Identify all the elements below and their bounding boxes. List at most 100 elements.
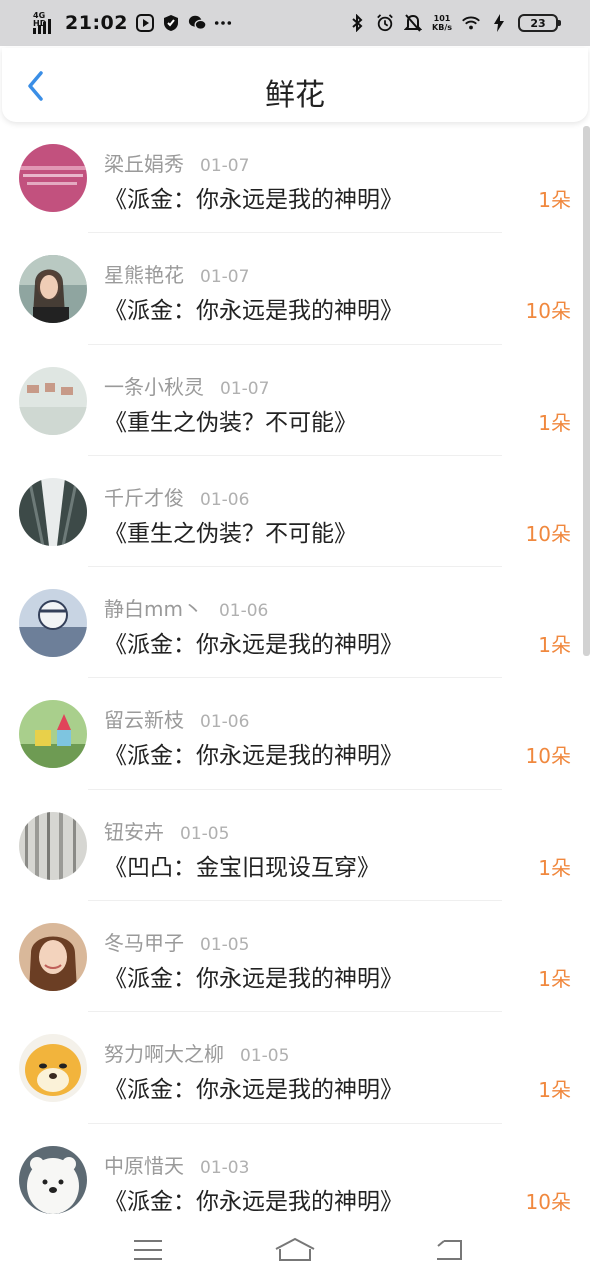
flower-count: 10朵 — [525, 1189, 571, 1214]
status-right: 101 KB/s 23 — [348, 10, 561, 36]
menu-button[interactable] — [126, 1234, 170, 1266]
home-icon — [275, 1237, 315, 1261]
mute-icon — [404, 14, 423, 32]
scrollbar[interactable] — [583, 126, 590, 656]
flower-count: 1朵 — [538, 1078, 571, 1103]
gift-date: 01-06 — [200, 489, 250, 510]
battery-icon: 23 — [518, 14, 561, 32]
item-meta: 努力啊大之柳 01-05 — [104, 1038, 289, 1067]
gift-date: 01-05 — [240, 1046, 290, 1067]
list-item[interactable]: 冬马甲子 01-05 《派金：你永远是我的神明》 1朵 — [0, 901, 590, 1013]
more-icon — [214, 14, 232, 32]
gift-date: 01-07 — [220, 378, 270, 399]
user-name[interactable]: 冬马甲子 — [104, 927, 184, 956]
avatar[interactable] — [19, 923, 87, 992]
flower-count: 1朵 — [538, 967, 571, 992]
book-title[interactable]: 《派金：你永远是我的神明》 — [104, 625, 403, 659]
avatar[interactable] — [19, 1145, 87, 1214]
gift-date: 01-07 — [200, 156, 250, 176]
user-name[interactable]: 钮安卉 — [104, 816, 164, 845]
item-meta: 钮安卉 01-05 — [104, 816, 229, 845]
menu-icon — [134, 1240, 162, 1260]
list-item[interactable]: 努力啊大之柳 01-05 《派金：你永远是我的神明》 1朵 — [0, 1012, 590, 1124]
flower-count: 10朵 — [525, 299, 571, 324]
list-item[interactable]: 千斤才俊 01-06 《重生之伪装？不可能》 10朵 — [0, 456, 590, 568]
return-button[interactable] — [427, 1234, 471, 1266]
avatar[interactable] — [19, 700, 87, 769]
alarm-icon — [376, 14, 394, 32]
flower-list: 梁丘娟秀 01-07 《派金：你永远是我的神明》 1朵 星熊艳花 01-07 《… — [0, 122, 590, 1235]
book-title[interactable]: 《重生之伪装？不可能》 — [104, 514, 357, 548]
book-title[interactable]: 《派金：你永远是我的神明》 — [104, 959, 403, 993]
signal-icon: 4G HD — [33, 12, 57, 34]
flower-count: 1朵 — [538, 855, 571, 880]
flower-count: 1朵 — [538, 633, 571, 658]
avatar[interactable] — [19, 811, 87, 880]
speed-value: 101 — [433, 14, 451, 23]
wechat-icon — [188, 14, 206, 32]
list-item[interactable]: 星熊艳花 01-07 《派金：你永远是我的神明》 10朵 — [0, 233, 590, 345]
wifi-icon — [462, 14, 480, 32]
flower-count: 1朵 — [538, 410, 571, 435]
gift-date: 01-06 — [200, 712, 250, 733]
book-title[interactable]: 《派金：你永远是我的神明》 — [104, 736, 403, 770]
item-meta: 星熊艳花 01-07 — [104, 259, 249, 288]
book-title[interactable]: 《派金：你永远是我的神明》 — [104, 180, 403, 214]
status-left: 4G HD 21:02 — [33, 10, 232, 36]
book-title[interactable]: 《派金：你永远是我的神明》 — [104, 1070, 403, 1104]
item-meta: 梁丘娟秀 01-07 — [104, 148, 249, 177]
home-button[interactable] — [273, 1234, 317, 1266]
book-title[interactable]: 《派金：你永远是我的神明》 — [104, 1182, 403, 1216]
status-time: 21:02 — [65, 12, 128, 34]
system-nav-bar — [0, 1220, 590, 1280]
gift-date: 01-06 — [218, 601, 269, 622]
flower-count: 10朵 — [525, 744, 571, 769]
book-title[interactable]: 《重生之伪装？不可能》 — [104, 403, 357, 437]
avatar[interactable] — [19, 1034, 87, 1103]
list-item[interactable]: 留云新枝 01-06 《派金：你永远是我的神明》 10朵 — [0, 678, 590, 790]
shield-icon — [162, 14, 180, 32]
avatar[interactable] — [19, 255, 87, 324]
list-item[interactable]: 钮安卉 01-05 《凹凸：金宝旧现设互穿》 1朵 — [0, 790, 590, 902]
avatar[interactable] — [19, 589, 87, 658]
user-name[interactable]: 中原惜天 — [104, 1150, 184, 1179]
item-meta: 一条小秋灵 01-07 — [104, 371, 269, 400]
gift-date: 01-05 — [180, 823, 230, 844]
avatar[interactable] — [19, 366, 87, 435]
charging-icon — [490, 14, 508, 32]
user-name[interactable]: 留云新枝 — [104, 704, 184, 733]
item-meta: 中原惜天 01-03 — [104, 1150, 249, 1179]
avatar[interactable] — [19, 477, 87, 546]
network-speed: 101 KB/s — [432, 14, 452, 32]
gift-date: 01-03 — [200, 1157, 250, 1178]
item-meta: 留云新枝 01-06 — [104, 704, 249, 733]
user-name[interactable]: 梁丘娟秀 — [104, 148, 184, 177]
page-title: 鲜花 — [265, 78, 325, 113]
list-item[interactable]: 梁丘娟秀 01-07 《派金：你永远是我的神明》 1朵 — [0, 122, 590, 234]
list-item[interactable]: 静白mm丶 01-06 《派金：你永远是我的神明》 1朵 — [0, 567, 590, 679]
battery-level: 23 — [530, 16, 546, 30]
user-name[interactable]: 星熊艳花 — [104, 259, 184, 288]
item-meta: 静白mm丶 01-06 — [104, 593, 268, 622]
bluetooth-icon — [348, 14, 366, 32]
play-icon — [135, 14, 154, 32]
flower-count: 1朵 — [538, 188, 571, 212]
avatar[interactable] — [19, 144, 87, 212]
list-item[interactable]: 中原惜天 01-03 《派金：你永远是我的神明》 10朵 — [0, 1124, 590, 1235]
book-title[interactable]: 《凹凸：金宝旧现设互穿》 — [104, 848, 380, 882]
item-meta: 千斤才俊 01-06 — [104, 482, 249, 511]
flower-count: 10朵 — [525, 521, 571, 546]
header-bar: 鲜花 — [2, 48, 588, 122]
user-name[interactable]: 一条小秋灵 — [104, 371, 204, 400]
user-name[interactable]: 努力啊大之柳 — [104, 1038, 224, 1067]
return-icon — [437, 1240, 462, 1260]
gift-date: 01-07 — [200, 267, 250, 288]
item-meta: 冬马甲子 01-05 — [104, 927, 249, 956]
status-bar: 4G HD 21:02 101 KB/s 23 — [0, 0, 590, 46]
list-item[interactable]: 一条小秋灵 01-07 《重生之伪装？不可能》 1朵 — [0, 345, 590, 456]
user-name[interactable]: 静白mm丶 — [104, 593, 203, 622]
gift-date: 01-05 — [200, 935, 250, 956]
user-name[interactable]: 千斤才俊 — [104, 482, 184, 511]
speed-unit: KB/s — [432, 23, 452, 32]
book-title[interactable]: 《派金：你永远是我的神明》 — [104, 291, 403, 325]
